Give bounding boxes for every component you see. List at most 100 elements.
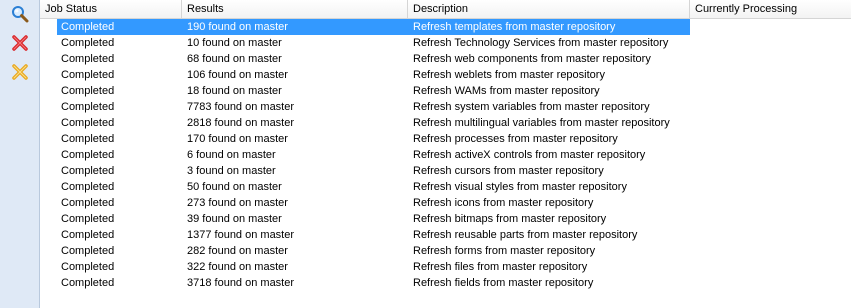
column-header-currently-processing[interactable]: Currently Processing <box>690 0 851 19</box>
table-row[interactable]: Completed 6 found on master Refresh acti… <box>40 147 851 163</box>
results-cell: 273 found on master <box>187 197 288 209</box>
table-row[interactable]: Completed 273 found on master Refresh ic… <box>40 195 851 211</box>
table-row[interactable]: Completed 190 found on master Refresh te… <box>57 19 851 35</box>
job-status-cell: Completed <box>61 117 115 129</box>
results-cell: 190 found on master <box>187 21 288 33</box>
job-status-cell: Completed <box>61 229 115 241</box>
processing-cell <box>690 147 851 163</box>
results-cell: 1377 found on master <box>187 229 295 241</box>
clear-button[interactable] <box>9 61 31 83</box>
job-status-cell: Completed <box>61 85 115 97</box>
processing-cell <box>690 131 851 147</box>
job-status-cell: Completed <box>61 165 115 177</box>
results-cell: 282 found on master <box>187 245 288 257</box>
job-status-cell: Completed <box>61 213 115 225</box>
description-cell: Refresh WAMs from master repository <box>413 85 600 97</box>
processing-cell <box>690 243 851 259</box>
processing-cell <box>690 19 851 35</box>
description-cell: Refresh weblets from master repository <box>413 69 605 81</box>
description-cell: Refresh processes from master repository <box>413 133 618 145</box>
search-button[interactable] <box>9 3 31 25</box>
job-status-cell: Completed <box>61 181 115 193</box>
column-header-results[interactable]: Results <box>182 0 408 19</box>
results-cell: 106 found on master <box>187 69 288 81</box>
results-cell: 6 found on master <box>187 149 276 161</box>
results-cell: 2818 found on master <box>187 117 295 129</box>
results-cell: 18 found on master <box>187 85 282 97</box>
job-status-cell: Completed <box>61 149 115 161</box>
processing-cell <box>690 227 851 243</box>
description-cell: Refresh cursors from master repository <box>413 165 604 177</box>
results-cell: 170 found on master <box>187 133 288 145</box>
processing-cell <box>690 275 851 291</box>
table-row[interactable]: Completed 10 found on master Refresh Tec… <box>40 35 851 51</box>
job-monitor: Job Status Results Description Currently… <box>0 0 851 308</box>
processing-cell <box>690 35 851 51</box>
processing-cell <box>690 51 851 67</box>
grid-header: Job Status Results Description Currently… <box>40 0 851 19</box>
processing-cell <box>690 83 851 99</box>
column-header-description[interactable]: Description <box>408 0 690 19</box>
results-cell: 68 found on master <box>187 53 282 65</box>
table-row[interactable]: Completed 322 found on master Refresh fi… <box>40 259 851 275</box>
table-row[interactable]: Completed 170 found on master Refresh pr… <box>40 131 851 147</box>
table-row[interactable]: Completed 1377 found on master Refresh r… <box>40 227 851 243</box>
description-cell: Refresh icons from master repository <box>413 197 594 209</box>
table-row[interactable]: Completed 39 found on master Refresh bit… <box>40 211 851 227</box>
job-status-cell: Completed <box>61 101 115 113</box>
results-cell: 322 found on master <box>187 261 288 273</box>
processing-cell <box>690 179 851 195</box>
left-toolbar <box>0 0 40 308</box>
description-cell: Refresh Technology Services from master … <box>413 37 669 49</box>
processing-cell <box>690 259 851 275</box>
description-cell: Refresh activeX controls from master rep… <box>413 149 646 161</box>
results-cell: 3718 found on master <box>187 277 295 289</box>
description-cell: Refresh bitmaps from master repository <box>413 213 607 225</box>
description-cell: Refresh system variables from master rep… <box>413 101 650 113</box>
job-status-cell: Completed <box>61 53 115 65</box>
description-cell: Refresh forms from master repository <box>413 245 596 257</box>
results-cell: 39 found on master <box>187 213 282 225</box>
table-row[interactable]: Completed 106 found on master Refresh we… <box>40 67 851 83</box>
job-status-cell: Completed <box>61 69 115 81</box>
column-header-job-status[interactable]: Job Status <box>40 0 182 19</box>
description-cell: Refresh web components from master repos… <box>413 53 651 65</box>
table-row[interactable]: Completed 2818 found on master Refresh m… <box>40 115 851 131</box>
results-cell: 7783 found on master <box>187 101 295 113</box>
table-row[interactable]: Completed 282 found on master Refresh fo… <box>40 243 851 259</box>
description-cell: Refresh visual styles from master reposi… <box>413 181 627 193</box>
description-cell: Refresh reusable parts from master repos… <box>413 229 638 241</box>
job-status-cell: Completed <box>61 197 115 209</box>
job-status-cell: Completed <box>61 37 115 49</box>
table-row[interactable]: Completed 3718 found on master Refresh f… <box>40 275 851 291</box>
magnifier-icon <box>11 6 28 23</box>
processing-cell <box>690 163 851 179</box>
processing-cell <box>690 67 851 83</box>
job-status-cell: Completed <box>61 261 115 273</box>
table-row[interactable]: Completed 3 found on master Refresh curs… <box>40 163 851 179</box>
results-cell: 10 found on master <box>187 37 282 49</box>
processing-cell <box>690 211 851 227</box>
delete-button[interactable] <box>9 32 31 54</box>
table-row[interactable]: Completed 7783 found on master Refresh s… <box>40 99 851 115</box>
job-status-cell: Completed <box>61 21 115 33</box>
job-status-cell: Completed <box>61 133 115 145</box>
description-cell: Refresh fields from master repository <box>413 277 594 289</box>
processing-cell <box>690 115 851 131</box>
description-cell: Refresh templates from master repository <box>413 21 616 33</box>
processing-cell <box>690 99 851 115</box>
jobs-grid: Job Status Results Description Currently… <box>40 0 851 308</box>
job-status-cell: Completed <box>61 277 115 289</box>
table-row[interactable]: Completed 18 found on master Refresh WAM… <box>40 83 851 99</box>
table-row[interactable]: Completed 68 found on master Refresh web… <box>40 51 851 67</box>
job-status-cell: Completed <box>61 245 115 257</box>
results-cell: 3 found on master <box>187 165 276 177</box>
table-row[interactable]: Completed 50 found on master Refresh vis… <box>40 179 851 195</box>
delete-icon <box>11 35 28 51</box>
results-cell: 50 found on master <box>187 181 282 193</box>
description-cell: Refresh multilingual variables from mast… <box>413 117 670 129</box>
description-cell: Refresh files from master repository <box>413 261 588 273</box>
clear-icon <box>11 64 28 80</box>
grid-rows: Completed 190 found on master Refresh te… <box>40 19 851 291</box>
processing-cell <box>690 195 851 211</box>
